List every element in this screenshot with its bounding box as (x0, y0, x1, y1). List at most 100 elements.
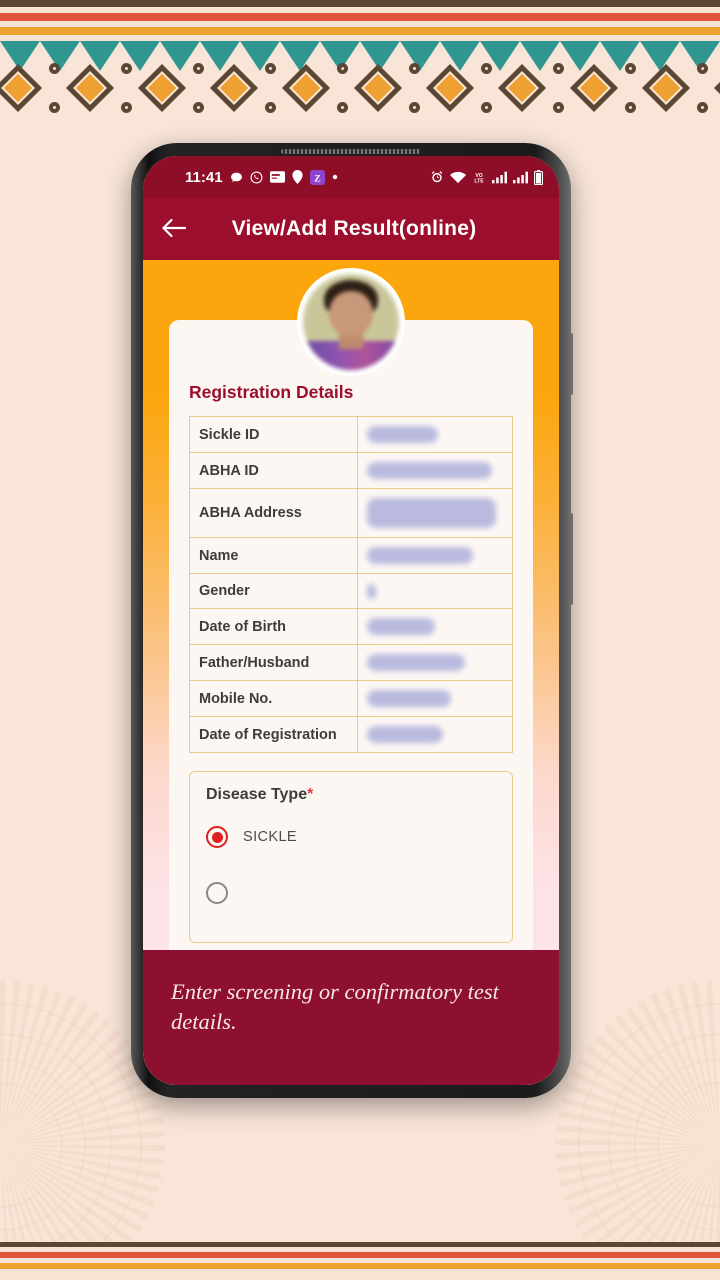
phone-mockup-frame: 11:41 Z VO LTE View/Add Result(online) R… (131, 143, 573, 1098)
table-row: ABHA Address (189, 488, 514, 538)
diamond-motif (198, 62, 276, 114)
redacted-value (366, 462, 493, 479)
radio-option-sickle[interactable]: SICKLE (206, 826, 496, 848)
radio-option-next[interactable] (206, 882, 496, 904)
diamond-motif (270, 62, 348, 114)
stripe-cream (0, 35, 720, 41)
table-row: Father/Husband (189, 644, 514, 681)
row-value (356, 608, 514, 645)
stripe-red (0, 13, 720, 21)
row-label: Father/Husband (189, 644, 358, 681)
row-label: Sickle ID (189, 416, 358, 453)
svg-text:Z: Z (314, 173, 321, 184)
row-label: ABHA Address (189, 488, 358, 538)
diamond-motif (558, 62, 636, 114)
table-row: Sickle ID (189, 416, 514, 453)
row-label: Mobile No. (189, 680, 358, 717)
diamond-motif (126, 62, 204, 114)
bottom-stripe-band (0, 1242, 720, 1280)
row-value (356, 537, 514, 574)
row-value (356, 573, 514, 609)
app-bar: View/Add Result(online) (143, 198, 559, 260)
table-row: Name (189, 537, 514, 574)
dot-icon (332, 174, 338, 180)
stripe-cream (0, 1269, 720, 1280)
diamond-motif (630, 62, 708, 114)
signal-bars-icon (492, 171, 507, 184)
table-row: Gender (189, 573, 514, 609)
row-value (356, 452, 514, 489)
redacted-value (366, 618, 435, 635)
redacted-value (366, 690, 452, 707)
redacted-value (366, 726, 444, 743)
power-button[interactable] (569, 513, 573, 605)
chat-bubble-icon (230, 171, 243, 184)
volume-button[interactable] (569, 333, 573, 395)
row-value (356, 644, 514, 681)
photo-face (328, 291, 374, 338)
top-stripe-band (0, 0, 720, 46)
row-label: Gender (189, 573, 358, 609)
vo-lte-icon: VO LTE (472, 171, 486, 183)
diamond-motif (0, 62, 60, 114)
table-row: Mobile No. (189, 680, 514, 717)
mandala-watermark-right (555, 980, 720, 1280)
row-value (356, 680, 514, 717)
page-title: View/Add Result(online) (231, 217, 477, 240)
registration-details-table: Sickle ID ABHA ID ABHA Address Name Gender Da… (189, 416, 514, 753)
caption-text: Enter screening or confirmatory test det… (171, 979, 499, 1034)
stripe-brown (0, 0, 720, 7)
status-bar-left-group: 11:41 Z (185, 169, 338, 186)
back-arrow-icon[interactable] (161, 216, 195, 243)
row-label: ABHA ID (189, 452, 358, 489)
patient-photo (303, 274, 399, 370)
diamond-motif (414, 62, 492, 114)
stripe-orange (0, 27, 720, 35)
alarm-icon (430, 170, 444, 184)
section-title: Registration Details (189, 382, 354, 402)
row-label: Date of Birth (189, 608, 358, 645)
speaker-grille (281, 149, 421, 154)
zomato-icon: Z (309, 169, 325, 185)
diamond-motif (486, 62, 564, 114)
row-value (356, 716, 514, 753)
diamond-outline (713, 63, 720, 113)
table-row: Date of Birth (189, 608, 514, 645)
radio-button-icon[interactable] (206, 882, 228, 904)
redacted-value (366, 547, 474, 564)
diamond-motif (54, 62, 132, 114)
row-value (356, 488, 514, 538)
caption-panel: Enter screening or confirmatory test det… (143, 950, 559, 1085)
redacted-value (366, 583, 377, 599)
table-row: ABHA ID (189, 452, 514, 489)
disease-type-group: Disease Type* SICKLE (189, 771, 513, 943)
redacted-value (366, 654, 465, 671)
status-bar: 11:41 Z VO LTE (143, 156, 559, 198)
diamond-motif (702, 62, 720, 114)
diamond-motif (342, 62, 420, 114)
status-bar-right-group: VO LTE (430, 169, 543, 185)
wifi-icon (450, 171, 466, 184)
row-label: Date of Registration (189, 716, 358, 753)
row-label: Name (189, 537, 358, 574)
phone-screen: 11:41 Z VO LTE View/Add Result(online) R… (143, 156, 559, 1085)
status-time: 11:41 (185, 168, 223, 186)
avatar[interactable] (297, 268, 405, 376)
whatsapp-icon (250, 171, 263, 184)
redacted-value (366, 498, 497, 528)
radio-inner-dot (211, 831, 223, 843)
disease-type-label: Disease Type* (206, 786, 496, 804)
table-row: Date of Registration (189, 716, 514, 753)
signal-bars-2-icon (513, 171, 528, 184)
radio-button-icon[interactable] (206, 826, 228, 848)
row-value (356, 416, 514, 453)
required-asterisk: * (307, 786, 314, 803)
battery-icon (534, 169, 543, 185)
wallet-icon (269, 171, 285, 183)
app-content-area: Registration Details Sickle ID ABHA ID ABH… (143, 260, 559, 1085)
diamond-motif-band (0, 62, 720, 114)
svg-text:LTE: LTE (474, 178, 484, 183)
disease-type-label-text: Disease Type (206, 786, 308, 803)
redacted-value (366, 426, 438, 443)
radio-option-label: SICKLE (243, 829, 297, 845)
